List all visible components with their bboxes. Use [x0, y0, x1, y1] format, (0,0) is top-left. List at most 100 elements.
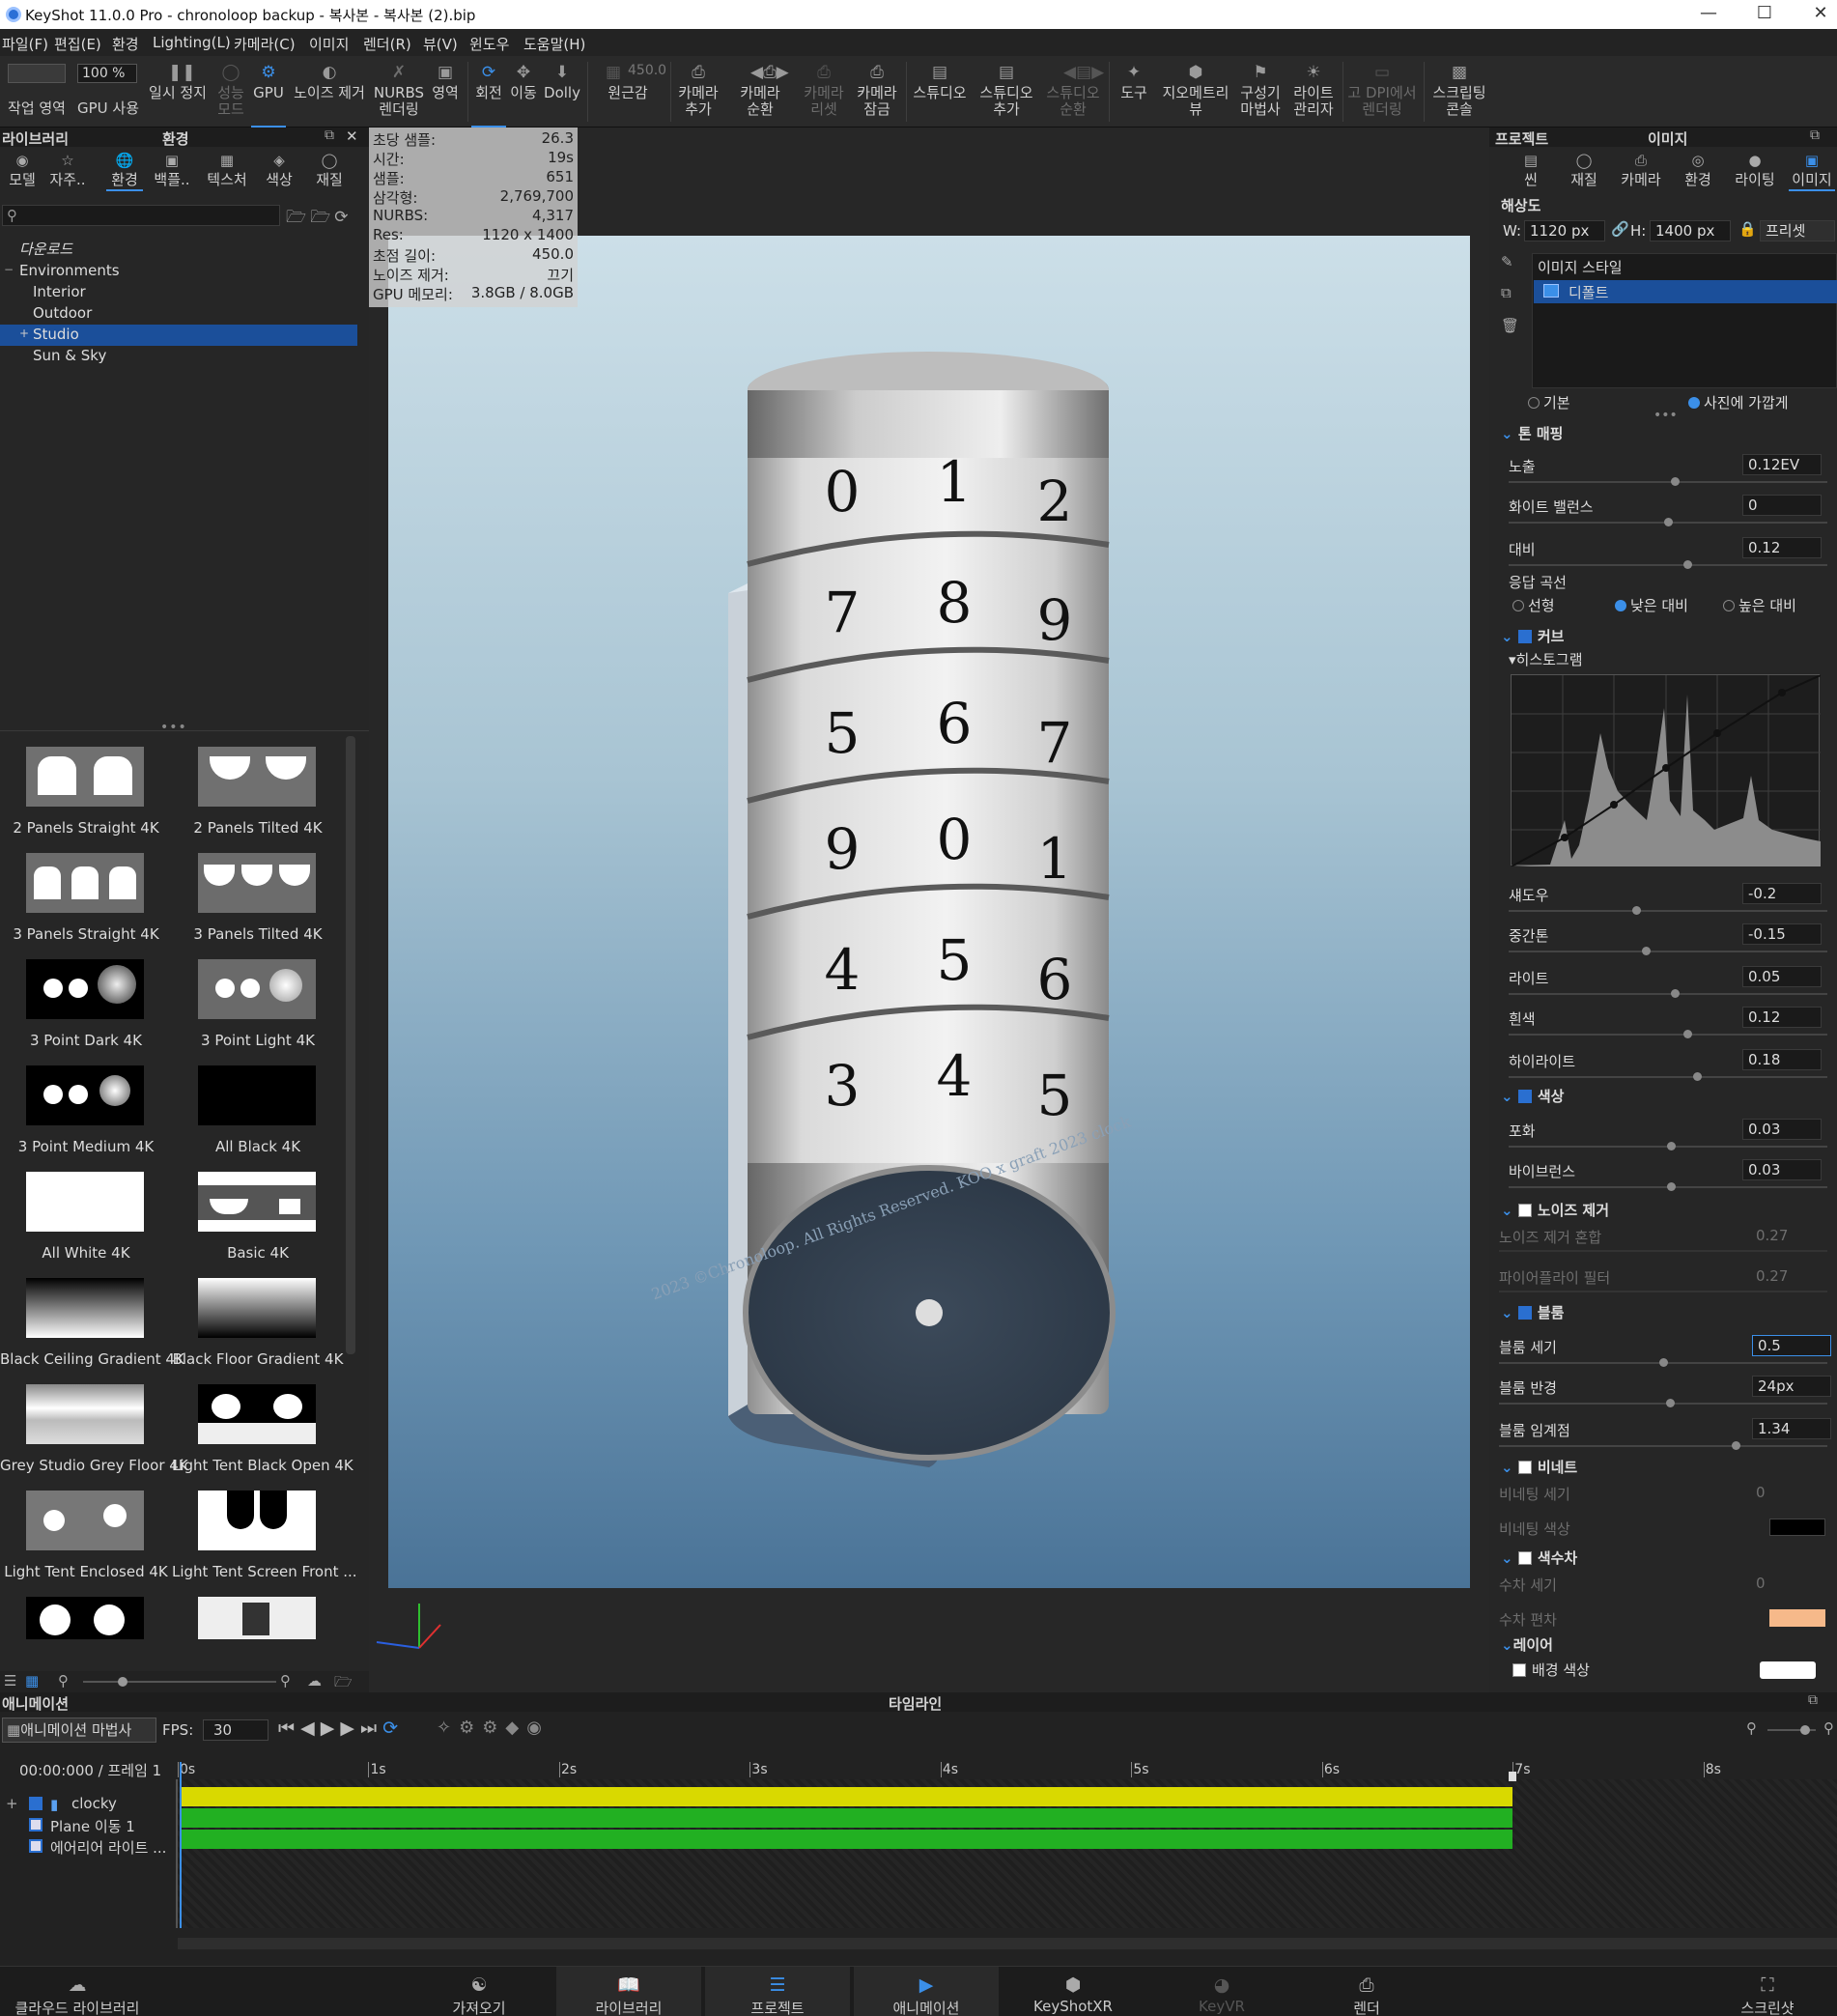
- keyvr-button[interactable]: ◕ KeyVR: [1149, 1967, 1294, 2016]
- duplicate-style-icon[interactable]: ⧉: [1501, 284, 1518, 301]
- menu-file[interactable]: 파일(F): [2, 34, 48, 54]
- region-button[interactable]: ▣ 영역: [427, 56, 464, 128]
- delete-style-icon[interactable]: 🗑: [1501, 317, 1519, 334]
- script-console-button[interactable]: ▩ 스크립팅 콘솔: [1426, 56, 1493, 128]
- whites-input[interactable]: 0.12: [1742, 1007, 1822, 1028]
- white-balance-input[interactable]: 0: [1742, 495, 1822, 516]
- settings-alt-icon[interactable]: ⚙: [482, 1718, 505, 1738]
- slider-knob[interactable]: [1670, 477, 1680, 486]
- slider-knob[interactable]: [1667, 1142, 1677, 1150]
- fps-input[interactable]: 30: [203, 1719, 268, 1741]
- float-icon[interactable]: ⧉: [1810, 128, 1820, 143]
- bloom-intensity-slider[interactable]: [1499, 1358, 1827, 1367]
- menu-view[interactable]: 뷰(V): [423, 34, 458, 54]
- hidpi-render-button[interactable]: ▭ 고 DPI에서 렌더링: [1344, 56, 1420, 128]
- zoom-in-icon[interactable]: ⚲: [280, 1672, 291, 1689]
- contrast-input[interactable]: 0.12: [1742, 537, 1822, 558]
- render-image[interactable]: 2023 ©Chronoloop. All Rights Reserved. K…: [388, 236, 1470, 1588]
- slider-knob[interactable]: [1632, 906, 1641, 915]
- thumb-3-point-light[interactable]: [198, 959, 316, 1019]
- height-input[interactable]: 1400 px: [1650, 220, 1731, 241]
- track-name[interactable]: 에어리어 라이트 ...: [50, 1837, 166, 1858]
- slider-knob[interactable]: [1664, 518, 1673, 526]
- slider-knob[interactable]: [1670, 989, 1680, 998]
- animation-wizard-button[interactable]: ▦애니메이션 마법사: [2, 1718, 156, 1743]
- configurator-wizard-button[interactable]: ⚑ 구성기 마법사: [1234, 56, 1286, 128]
- library-button[interactable]: 📖 라이브러리: [556, 1967, 701, 2016]
- slider-knob[interactable]: [1659, 1358, 1668, 1367]
- lights-slider[interactable]: [1509, 989, 1827, 998]
- vibrance-slider[interactable]: [1509, 1182, 1827, 1191]
- render-button[interactable]: ⎙ 렌더: [1294, 1967, 1439, 2016]
- light-manager-button[interactable]: ☀ 라이트 관리자: [1286, 56, 1341, 128]
- skip-start-icon[interactable]: ⏮: [278, 1718, 300, 1739]
- bloom-threshold-slider[interactable]: [1499, 1441, 1827, 1450]
- skip-end-icon[interactable]: ⏭: [360, 1718, 382, 1739]
- histogram-curve-editor[interactable]: [1511, 674, 1822, 867]
- track-checkbox[interactable]: [29, 1797, 42, 1810]
- lights-input[interactable]: 0.05: [1742, 966, 1822, 987]
- bloom-radius-slider[interactable]: [1499, 1399, 1827, 1407]
- slider-knob[interactable]: [1682, 560, 1692, 569]
- perspective-button[interactable]: .원근감: [591, 56, 664, 128]
- expand-icon[interactable]: +: [6, 1795, 18, 1812]
- zoom-in-icon[interactable]: ⚲: [1823, 1719, 1834, 1737]
- step-forward-icon[interactable]: ▶: [340, 1718, 360, 1739]
- tab-material[interactable]: ◯ 재질: [1567, 152, 1601, 189]
- gpu-use-button[interactable]: .GPU 사용: [73, 56, 143, 128]
- new-style-icon[interactable]: ✎: [1501, 253, 1518, 270]
- bloom-threshold-input[interactable]: 1.34: [1752, 1418, 1831, 1439]
- close-panel-icon[interactable]: ✕: [346, 128, 358, 145]
- timeline-zoom-slider[interactable]: [1767, 1725, 1816, 1735]
- track-checkbox[interactable]: [29, 1818, 42, 1831]
- thumb-black-ceiling-gradient[interactable]: [26, 1278, 144, 1338]
- thumb-light-tent-black-open[interactable]: [198, 1384, 316, 1444]
- thumb-3-panels-tilted[interactable]: [198, 853, 316, 913]
- tree-environments[interactable]: Environments: [0, 261, 357, 282]
- folder-add-icon[interactable]: 🗁: [310, 208, 334, 227]
- link-icon[interactable]: 🔗: [1611, 220, 1629, 238]
- tab-lighting[interactable]: ● 라이팅: [1731, 152, 1779, 189]
- loop-icon[interactable]: ⟳: [382, 1718, 404, 1739]
- pause-button[interactable]: ❚❚ 일시 정지: [143, 56, 212, 128]
- camera-add-button[interactable]: ⎙ 카메라 추가: [674, 56, 722, 128]
- camera-cycle-button[interactable]: ◀⎙▶ 카메라 순환: [726, 56, 794, 128]
- tab-scene[interactable]: ▤ 씬: [1516, 152, 1545, 189]
- refresh-icon[interactable]: ⟳: [334, 208, 352, 227]
- move-button[interactable]: ✥ 이동: [506, 56, 541, 128]
- menu-lighting[interactable]: Lighting(L): [153, 34, 231, 51]
- camera-lock-button[interactable]: ⎙ 카메라 잠금: [852, 56, 902, 128]
- workspace-button[interactable]: .작업 영역: [2, 56, 71, 128]
- geometry-view-button[interactable]: ⬢ 지오메트리 뷰: [1157, 56, 1234, 128]
- aberration-color-swatch[interactable]: [1769, 1609, 1825, 1627]
- contrast-slider[interactable]: [1509, 560, 1827, 569]
- section-curve[interactable]: ⌄ 커브: [1501, 626, 1564, 646]
- grid-view-icon[interactable]: ▦: [25, 1672, 39, 1689]
- section-vignette[interactable]: ⌄ 비네트: [1501, 1457, 1577, 1477]
- tab-favorites[interactable]: ☆ 자주..: [48, 152, 87, 189]
- more-icon[interactable]: •••: [1653, 408, 1678, 423]
- highlights-input[interactable]: 0.18: [1742, 1049, 1822, 1070]
- import-button[interactable]: ☯ 가져오기: [425, 1967, 533, 2016]
- track-name[interactable]: clocky: [71, 1795, 117, 1812]
- keyshotxr-button[interactable]: ⬢ KeyShotXR: [1001, 1967, 1145, 2016]
- menu-help[interactable]: 도움말(H): [523, 34, 585, 54]
- folder-open-icon[interactable]: 🗁: [286, 208, 310, 227]
- shadows-input[interactable]: -0.2: [1742, 883, 1822, 904]
- section-tonemap[interactable]: ⌄ 톤 매핑: [1501, 423, 1563, 443]
- timeline-track-area[interactable]: 0s 1s 2s 3s 4s 5s 6s 7s 8s: [178, 1762, 1837, 1928]
- saturation-slider[interactable]: [1509, 1142, 1827, 1150]
- library-search-input[interactable]: ⚲: [2, 205, 280, 226]
- menu-environment[interactable]: 환경: [112, 34, 139, 54]
- slider-knob[interactable]: [1731, 1441, 1740, 1450]
- denoise-button[interactable]: ◐ 노이즈 제거: [288, 56, 371, 128]
- thumb-all-white[interactable]: [26, 1172, 144, 1232]
- saturation-input[interactable]: 0.03: [1742, 1119, 1822, 1140]
- zoom-out-icon[interactable]: ⚲: [58, 1672, 69, 1689]
- gpu-button[interactable]: ⚙ GPU: [251, 56, 286, 128]
- tab-color[interactable]: ◈ 색상: [261, 152, 297, 189]
- white-balance-slider[interactable]: [1509, 518, 1827, 526]
- section-layers[interactable]: ⌄레이어: [1501, 1634, 1553, 1655]
- track-bar[interactable]: [180, 1808, 1513, 1828]
- keyframe-icon[interactable]: ✧: [437, 1718, 459, 1738]
